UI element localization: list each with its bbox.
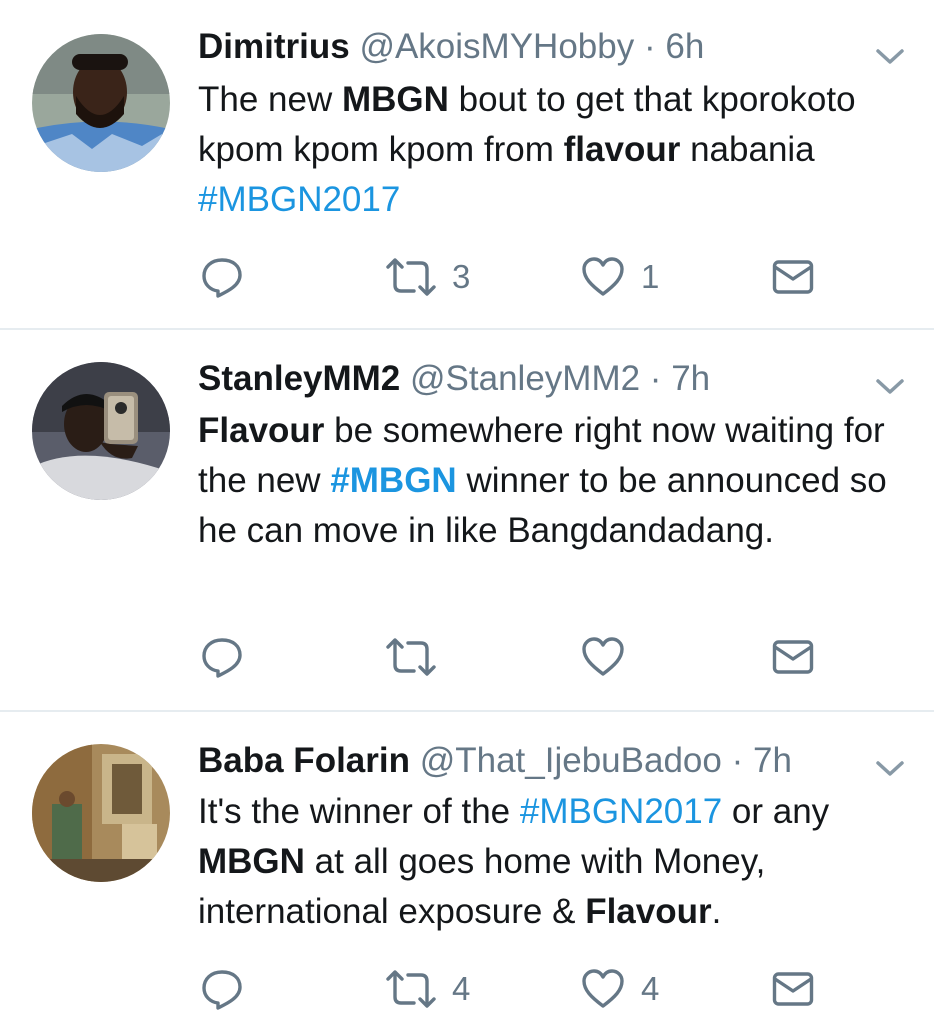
chevron-down-icon[interactable]: [872, 374, 908, 398]
heart-icon: [582, 969, 624, 1008]
text-segment: nabania: [680, 130, 815, 169]
separator: ·: [731, 741, 744, 780]
hashtag-link[interactable]: #MBGN: [330, 461, 456, 500]
reply-button[interactable]: [200, 964, 244, 1014]
text-segment: The new: [198, 80, 342, 119]
author-handle[interactable]: @AkoisMYHobby: [359, 27, 634, 66]
reply-button[interactable]: [200, 632, 244, 682]
retweet-icon: [386, 258, 436, 296]
bold-keyword: Flavour: [585, 892, 712, 931]
bold-keyword: flavour: [563, 130, 681, 169]
avatar[interactable]: [32, 362, 170, 500]
heart-icon: [582, 637, 624, 676]
retweet-button[interactable]: [386, 632, 436, 682]
reply-icon: [202, 970, 242, 1010]
retweet-count: 4: [452, 970, 471, 1007]
like-button[interactable]: 4: [581, 964, 659, 1014]
tweet-divider: [0, 328, 934, 330]
chevron-down-icon[interactable]: [872, 44, 908, 68]
avatar[interactable]: [32, 744, 170, 882]
author-name[interactable]: Dimitrius: [198, 27, 350, 66]
reply-button[interactable]: [200, 252, 244, 302]
author-handle[interactable]: @That_IjebuBadoo: [420, 741, 722, 780]
timestamp[interactable]: 6h: [665, 27, 704, 66]
reply-icon: [202, 638, 242, 678]
retweet-button[interactable]: 3: [386, 252, 470, 302]
bold-keyword: MBGN: [341, 80, 449, 119]
retweet-icon: [386, 970, 436, 1008]
author-name[interactable]: Baba Folarin: [198, 741, 410, 780]
hashtag-link[interactable]: #MBGN2017: [520, 792, 722, 831]
tweet-divider: [0, 710, 934, 712]
text-segment: or any: [722, 792, 830, 831]
tweet-text: Flavour be somewhere right now waiting f…: [198, 406, 908, 556]
direct-message-button[interactable]: [772, 964, 814, 1014]
like-count: 4: [641, 970, 660, 1007]
tweet-actions: 4 4: [0, 964, 934, 1014]
avatar[interactable]: [32, 34, 170, 172]
tweet-text: The new MBGN bout to get that kporokoto …: [198, 75, 908, 225]
direct-message-button[interactable]: [772, 632, 814, 682]
heart-icon: [582, 257, 624, 296]
bold-keyword: MBGN: [198, 842, 305, 881]
text-segment: .: [711, 892, 722, 931]
envelope-icon: [772, 972, 814, 1006]
timestamp[interactable]: 7h: [753, 741, 792, 780]
direct-message-button[interactable]: [772, 252, 814, 302]
like-count: 1: [641, 258, 660, 295]
envelope-icon: [772, 260, 814, 294]
author-handle[interactable]: @StanleyMM2: [410, 359, 640, 398]
retweet-icon: [386, 638, 436, 676]
reply-icon: [202, 258, 242, 298]
like-button[interactable]: [581, 632, 625, 682]
separator: ·: [643, 27, 656, 66]
author-name[interactable]: StanleyMM2: [198, 359, 400, 398]
bold-keyword: Flavour: [198, 411, 325, 450]
timestamp[interactable]: 7h: [671, 359, 710, 398]
retweet-button[interactable]: 4: [386, 964, 470, 1014]
tweet-text: It's the winner of the #MBGN2017 or any …: [198, 787, 908, 937]
retweet-count: 3: [452, 258, 471, 295]
text-segment: It's the winner of the: [198, 792, 520, 831]
tweet-actions: [0, 632, 934, 682]
chevron-down-icon[interactable]: [872, 756, 908, 780]
envelope-icon: [772, 640, 814, 674]
separator: ·: [649, 359, 662, 398]
tweet-actions: 3 1: [0, 252, 934, 302]
like-button[interactable]: 1: [581, 252, 659, 302]
hashtag-link[interactable]: #MBGN2017: [198, 180, 400, 219]
